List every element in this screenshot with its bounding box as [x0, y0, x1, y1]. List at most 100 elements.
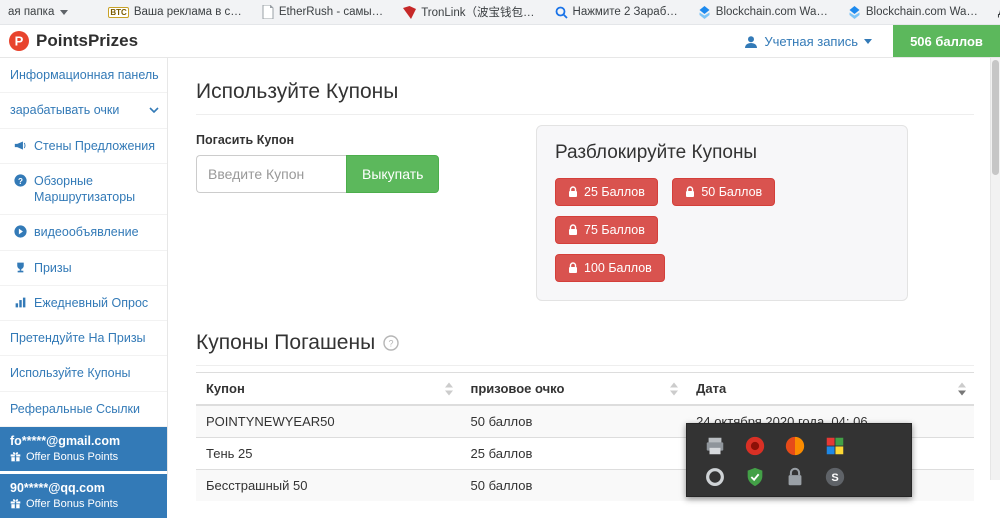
- bookmark-folder[interactable]: ая папка: [8, 6, 68, 18]
- sort-icon: [445, 382, 453, 395]
- cell-coupon: Тень 25: [196, 438, 461, 470]
- tronlink-icon: [403, 6, 416, 19]
- bookmark-item[interactable]: Нажмите 2 Зараб…: [555, 6, 678, 19]
- system-tray-popup: S: [686, 423, 912, 497]
- points-badge[interactable]: 506 баллов: [893, 25, 1000, 57]
- question-circle-icon: ?: [14, 174, 27, 187]
- bookmark-label: Blockchain.com Wa…: [716, 6, 828, 18]
- bookmark-item[interactable]: EtherRush - самы…: [262, 5, 383, 19]
- account-label: Учетная запись: [764, 34, 858, 49]
- vertical-scrollbar[interactable]: [990, 58, 1000, 480]
- bonus-account-gmail[interactable]: fo*****@gmail.com Offer Bonus Points: [0, 427, 167, 471]
- unlock-50-button[interactable]: 50 Баллов: [672, 178, 775, 206]
- column-header-coupon[interactable]: Купон: [196, 373, 461, 406]
- sidebar-item-label: Стены Предложения: [34, 138, 155, 154]
- redeem-form: Погасить Купон Выкупать: [196, 133, 466, 193]
- sidebar-item-daily-poll[interactable]: Ежедневный Опрос: [0, 286, 167, 321]
- site-header: P PointsPrizes Учетная запись 506 баллов: [0, 25, 1000, 58]
- unlock-button-label: 75 Баллов: [584, 223, 645, 237]
- unlock-75-button[interactable]: 75 Баллов: [555, 216, 658, 244]
- bookmark-label: EtherRush - самы…: [279, 6, 383, 18]
- ring-tray-icon[interactable]: [704, 466, 726, 488]
- divider: [196, 365, 974, 366]
- sidebar: Информационная панель зарабатывать очки …: [0, 58, 168, 480]
- lock-icon: [568, 262, 578, 274]
- cell-points: 25 баллов: [461, 438, 687, 470]
- sort-desc-icon: [958, 382, 966, 395]
- svg-text:?: ?: [389, 339, 394, 349]
- bookmark-item[interactable]: TronLink（波宝钱包…: [403, 4, 534, 20]
- sidebar-item-label: Используйте Купоны: [10, 366, 130, 380]
- btc-icon: BTC: [108, 7, 128, 18]
- gift-icon: [10, 451, 21, 462]
- flame-tray-icon[interactable]: [784, 435, 806, 457]
- unlock-button-label: 25 Баллов: [584, 185, 645, 199]
- sidebar-item-dashboard[interactable]: Информационная панель: [0, 58, 167, 93]
- sidebar-item-survey-routers[interactable]: ? Обзорные Маршрутизаторы: [0, 164, 167, 216]
- unlock-button-label: 100 Баллов: [584, 261, 652, 275]
- redeem-section: Погасить Купон Выкупать Разблокируйте Ку…: [196, 121, 974, 329]
- document-icon: [262, 5, 274, 19]
- sidebar-item-earn-points[interactable]: зарабатывать очки: [0, 93, 167, 128]
- red-record-tray-icon[interactable]: [744, 435, 766, 457]
- sidebar-item-prizes[interactable]: Призы: [0, 251, 167, 286]
- sidebar-item-claim-prizes[interactable]: Претендуйте На Призы: [0, 321, 167, 356]
- bookmark-label: Нажмите 2 Зараб…: [573, 6, 678, 18]
- trophy-icon: [14, 261, 27, 274]
- sidebar-item-video-ads[interactable]: видеообъявление: [0, 215, 167, 250]
- sidebar-item-label: Информационная панель: [10, 68, 159, 82]
- column-header-points[interactable]: призовое очко: [461, 373, 687, 406]
- shield-check-tray-icon[interactable]: [744, 466, 766, 488]
- coupon-input[interactable]: [196, 155, 346, 193]
- sidebar-item-offer-walls[interactable]: Стены Предложения: [0, 129, 167, 164]
- svg-text:?: ?: [18, 177, 23, 186]
- printer-tray-icon[interactable]: [704, 435, 726, 457]
- column-header-date[interactable]: Дата: [686, 373, 974, 406]
- sidebar-item-label: Претендуйте На Призы: [10, 331, 146, 345]
- unlock-100-button[interactable]: 100 Баллов: [555, 254, 665, 282]
- lock-tray-icon[interactable]: [784, 466, 806, 488]
- account-email: fo*****@gmail.com: [10, 434, 157, 448]
- lock-icon: [685, 186, 695, 198]
- bookmark-label: Blockchain.com Wa…: [866, 6, 978, 18]
- sidebar-item-label: зарабатывать очки: [10, 102, 119, 118]
- sidebar-item-label: Призы: [34, 260, 72, 276]
- unlock-25-button[interactable]: 25 Баллов: [555, 178, 658, 206]
- account-email: 90*****@qq.com: [10, 481, 157, 495]
- bookmark-item[interactable]: Blockchain.com Wa…: [698, 6, 828, 19]
- sidebar-item-label: Реферальные Ссылки: [10, 402, 140, 416]
- table-header-row: Купон призовое очко Дата: [196, 373, 974, 406]
- account-offer-label: Offer Bonus Points: [26, 498, 118, 510]
- divider: [196, 114, 974, 115]
- chevron-down-icon: [149, 107, 159, 113]
- color-grid-tray-icon[interactable]: [824, 435, 846, 457]
- bookmark-item[interactable]: BTC Ваша реклама в с…: [108, 6, 241, 18]
- megaphone-icon: [14, 139, 27, 152]
- bookmark-item[interactable]: Blockchain.com Wa…: [848, 6, 978, 19]
- svg-text:S: S: [831, 472, 838, 484]
- magnifier-icon: [555, 6, 568, 19]
- cell-points: 50 баллов: [461, 470, 687, 502]
- redeemed-section-title: Купоны Погашены ?: [196, 331, 974, 355]
- user-icon: [744, 35, 758, 49]
- cell-coupon: Бесстрашный 50: [196, 470, 461, 502]
- chart-icon: [14, 296, 27, 309]
- sidebar-item-label: Ежедневный Опрос: [34, 295, 148, 311]
- redeemed-title-text: Купоны Погашены: [196, 331, 375, 355]
- unlock-title: Разблокируйте Купоны: [555, 142, 889, 164]
- redeem-button[interactable]: Выкупать: [346, 155, 439, 193]
- account-menu[interactable]: Учетная запись: [744, 34, 872, 49]
- lock-icon: [568, 224, 578, 236]
- bonus-account-qq[interactable]: 90*****@qq.com Offer Bonus Points: [0, 474, 167, 518]
- help-circle-icon[interactable]: ?: [383, 335, 399, 351]
- play-circle-icon: [14, 225, 27, 238]
- scrollbar-thumb[interactable]: [992, 60, 999, 175]
- brand-logo[interactable]: P PointsPrizes: [8, 30, 138, 52]
- sidebar-item-referral-links[interactable]: Реферальные Ссылки: [0, 392, 167, 427]
- caret-down-icon: [864, 39, 872, 44]
- s-app-tray-icon[interactable]: S: [824, 466, 846, 488]
- redeem-label: Погасить Купон: [196, 133, 466, 147]
- cell-points: 50 баллов: [461, 405, 687, 438]
- sidebar-item-use-coupons[interactable]: Используйте Купоны: [0, 356, 167, 391]
- bookmark-label: TronLink（波宝钱包…: [421, 4, 534, 20]
